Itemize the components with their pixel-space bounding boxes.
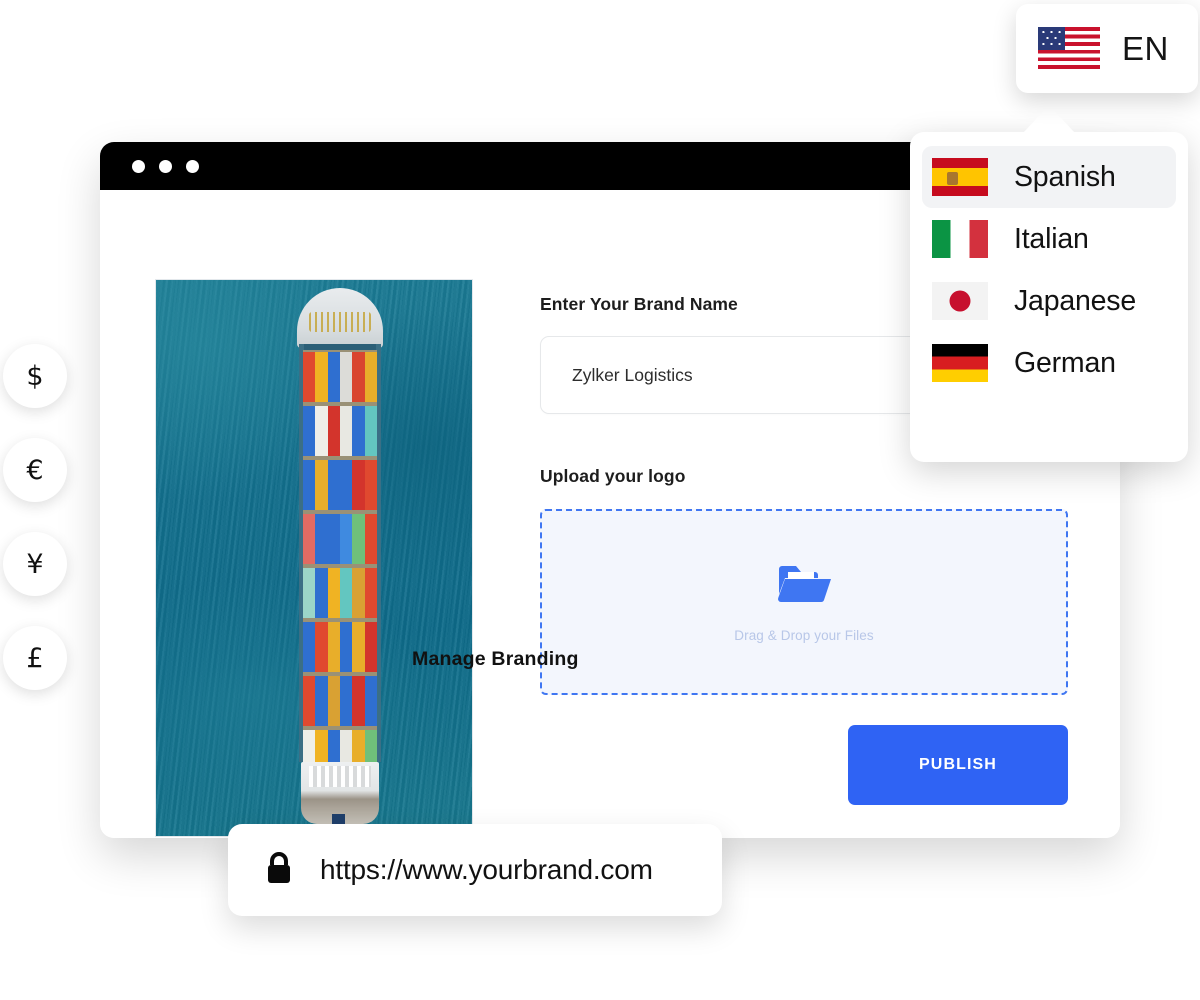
- url-text: https://www.yourbrand.com: [320, 854, 653, 885]
- language-option-italian[interactable]: Italian: [922, 208, 1176, 270]
- italy-flag-icon: [932, 220, 988, 258]
- language-option-label: Japanese: [1014, 284, 1137, 317]
- cargo-row: [303, 404, 377, 458]
- cargo-row: [303, 674, 377, 728]
- cargo-row: [303, 512, 377, 566]
- language-code-label: EN: [1122, 29, 1169, 67]
- currency-chip-yen[interactable]: ¥: [3, 532, 67, 596]
- open-folder-icon: [776, 561, 832, 610]
- language-option-spanish[interactable]: Spanish: [922, 146, 1176, 208]
- currency-chip-pound[interactable]: £: [3, 626, 67, 690]
- window-dot-maximize[interactable]: [186, 159, 199, 173]
- publish-button[interactable]: PUBLISH: [848, 725, 1068, 805]
- ship-hull: [299, 344, 381, 782]
- language-option-label: Spanish: [1014, 160, 1116, 193]
- language-option-japanese[interactable]: Japanese: [922, 270, 1176, 332]
- url-bar-card[interactable]: https://www.yourbrand.com: [228, 824, 722, 916]
- logo-dropzone[interactable]: Drag & Drop your Files: [540, 509, 1068, 695]
- currency-chip-euro[interactable]: €: [3, 438, 67, 502]
- ship-vessel: [297, 288, 383, 836]
- ship-stern: [301, 762, 379, 836]
- cargo-row: [303, 350, 377, 404]
- ship-bow: [297, 288, 383, 348]
- spain-flag-icon: [932, 158, 988, 196]
- euro-icon: €: [26, 454, 44, 486]
- window-dot-minimize[interactable]: [159, 159, 172, 173]
- window-dot-close[interactable]: [132, 159, 145, 173]
- dollar-icon: $: [26, 360, 44, 392]
- japan-flag-icon: [932, 282, 988, 320]
- cargo-row: [303, 566, 377, 620]
- dropdown-pointer-arrow: [1023, 105, 1075, 133]
- language-option-german[interactable]: German: [922, 332, 1176, 394]
- cargo-row: [303, 458, 377, 512]
- lock-icon: [264, 851, 294, 890]
- germany-flag-icon: [932, 344, 988, 382]
- cargo-row: [303, 620, 377, 674]
- dropzone-hint-text: Drag & Drop your Files: [734, 628, 874, 643]
- pound-icon: £: [26, 642, 44, 674]
- currency-chip-dollar[interactable]: $: [3, 344, 67, 408]
- us-flag-icon: [1038, 26, 1100, 71]
- language-selector-button[interactable]: EN: [1016, 4, 1198, 93]
- language-option-label: Italian: [1014, 222, 1089, 255]
- yen-icon: ¥: [26, 548, 44, 580]
- language-dropdown-menu: Spanish Italian Japanese German: [910, 132, 1188, 462]
- manage-branding-caption: Manage Branding: [412, 648, 579, 670]
- upload-logo-label: Upload your logo: [540, 466, 686, 486]
- container-ship-photo: [155, 279, 473, 837]
- currency-chip-rail: $ € ¥ £: [3, 344, 67, 690]
- language-option-label: German: [1014, 346, 1116, 379]
